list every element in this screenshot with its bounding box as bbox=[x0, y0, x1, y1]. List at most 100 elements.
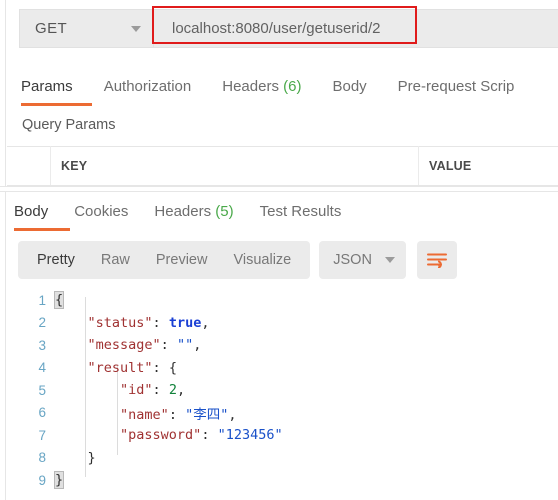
tab-body-request-label: Body bbox=[332, 78, 367, 95]
code-token: } bbox=[87, 449, 96, 466]
params-select-all-cell[interactable] bbox=[7, 146, 51, 185]
tab-authorization-label: Authorization bbox=[103, 78, 192, 95]
params-column-key-label: KEY bbox=[61, 158, 88, 173]
tab-params-label: Params bbox=[21, 78, 73, 95]
response-body-code-viewer[interactable]: 1{2 "status": true, 3 "message": "", 4 "re… bbox=[7, 289, 558, 500]
code-line: 7 "password": "123456" bbox=[7, 424, 558, 447]
code-line: 1{ bbox=[7, 289, 558, 312]
code-line-text: } bbox=[55, 450, 96, 466]
code-line-text: "name": "李四", bbox=[55, 403, 236, 423]
code-line-text: "message": "", bbox=[55, 337, 202, 354]
request-active-tab-underline bbox=[21, 103, 92, 106]
tab-headers-response-label: Headers bbox=[154, 203, 212, 220]
line-number: 3 bbox=[38, 337, 46, 353]
code-line-text: } bbox=[53, 471, 65, 490]
url-input[interactable]: localhost:8080/user/getuserid/2 bbox=[154, 20, 380, 37]
code-token: true bbox=[168, 314, 202, 331]
code-line-text: { bbox=[53, 291, 65, 310]
postman-request-response-pane: GET localhost:8080/user/getuserid/2 Para… bbox=[0, 0, 558, 500]
code-token: 2 bbox=[168, 382, 177, 399]
code-token: , bbox=[228, 406, 237, 423]
code-token: : bbox=[201, 427, 218, 444]
view-mode-visualize[interactable]: Visualize bbox=[220, 252, 304, 268]
chevron-down-icon bbox=[384, 257, 395, 263]
code-line: 4 "result": { bbox=[7, 357, 558, 380]
code-token: "password" bbox=[120, 427, 202, 444]
tab-cookies[interactable]: Cookies bbox=[74, 203, 128, 220]
tab-headers-response[interactable]: Headers (5) bbox=[154, 203, 233, 220]
wrap-lines-icon bbox=[426, 253, 447, 268]
response-active-tab-underline bbox=[14, 228, 70, 231]
code-token: , bbox=[193, 337, 202, 354]
url-bar: GET localhost:8080/user/getuserid/2 bbox=[19, 9, 558, 48]
response-tabs: Body Cookies Headers (5) Test Results bbox=[7, 195, 558, 228]
response-format-toolbar: Pretty Raw Preview Visualize JSON bbox=[18, 241, 457, 279]
view-mode-pretty[interactable]: Pretty bbox=[24, 252, 88, 268]
code-token: { bbox=[168, 359, 177, 376]
code-line: 2 "status": true, bbox=[7, 312, 558, 335]
line-number: 1 bbox=[38, 292, 46, 308]
code-token: : bbox=[152, 382, 169, 399]
code-line: 6 "name": "李四", bbox=[7, 402, 558, 425]
pane-splitter[interactable] bbox=[0, 186, 558, 192]
wrap-lines-button[interactable] bbox=[416, 241, 457, 279]
view-mode-group: Pretty Raw Preview Visualize bbox=[18, 241, 311, 279]
code-token: : bbox=[168, 406, 186, 423]
line-number: 8 bbox=[38, 450, 46, 466]
matched-brace: } bbox=[53, 471, 65, 490]
tab-body-response-label: Body bbox=[14, 203, 49, 220]
http-method-select[interactable]: GET bbox=[19, 9, 154, 48]
code-token: "message" bbox=[87, 337, 161, 354]
code-line: 9} bbox=[7, 469, 558, 492]
tab-test-results-label: Test Results bbox=[259, 203, 342, 220]
params-column-value-label: VALUE bbox=[429, 158, 472, 173]
chevron-down-icon bbox=[131, 25, 141, 32]
matched-brace: { bbox=[53, 291, 65, 310]
code-token: : bbox=[152, 314, 169, 331]
response-format-select[interactable]: JSON bbox=[319, 241, 406, 279]
code-token: , bbox=[201, 314, 210, 331]
tab-authorization[interactable]: Authorization bbox=[104, 78, 192, 95]
code-line-text: "result": { bbox=[55, 360, 177, 376]
line-number: 2 bbox=[38, 315, 46, 331]
code-token: : bbox=[152, 359, 169, 376]
tab-body-response[interactable]: Body bbox=[14, 203, 48, 220]
code-token: "name" bbox=[120, 406, 169, 423]
line-number: 9 bbox=[38, 472, 46, 488]
code-line: 3 "message": "", bbox=[7, 334, 558, 357]
line-number: 4 bbox=[38, 360, 46, 376]
line-number: 7 bbox=[38, 427, 46, 443]
query-params-heading: Query Params bbox=[22, 117, 116, 133]
tab-test-results[interactable]: Test Results bbox=[260, 203, 342, 220]
code-line: 8 } bbox=[7, 447, 558, 470]
code-line-text: "password": "123456" bbox=[55, 427, 283, 443]
view-mode-preview[interactable]: Preview bbox=[143, 252, 221, 268]
code-token: "id" bbox=[120, 382, 153, 399]
tab-headers-request-count: (6) bbox=[283, 78, 302, 95]
code-token: "123456" bbox=[217, 427, 283, 444]
tab-headers-request-label: Headers bbox=[222, 78, 279, 95]
params-column-key: KEY bbox=[51, 146, 419, 185]
code-lines: 1{2 "status": true, 3 "message": "", 4 "re… bbox=[7, 289, 558, 492]
request-tabs: Params Authorization Headers (6) Body Pr… bbox=[7, 67, 558, 106]
view-mode-raw[interactable]: Raw bbox=[88, 252, 143, 268]
left-rail bbox=[0, 0, 6, 500]
tab-headers-request[interactable]: Headers (6) bbox=[222, 78, 301, 95]
code-token: "status" bbox=[87, 314, 153, 331]
url-input-wrapper[interactable]: localhost:8080/user/getuserid/2 bbox=[154, 9, 558, 48]
code-token: "李四" bbox=[185, 406, 229, 423]
tab-params[interactable]: Params bbox=[21, 78, 73, 95]
code-token: , bbox=[176, 382, 186, 399]
tab-body-request[interactable]: Body bbox=[332, 78, 366, 95]
tab-pre-request-script-label: Pre-request Scrip bbox=[397, 78, 515, 95]
code-line: 5 "id": 2, bbox=[7, 379, 558, 402]
line-number: 6 bbox=[38, 405, 46, 421]
code-token: "" bbox=[176, 337, 194, 354]
tab-pre-request-script[interactable]: Pre-request Scrip bbox=[398, 78, 515, 95]
